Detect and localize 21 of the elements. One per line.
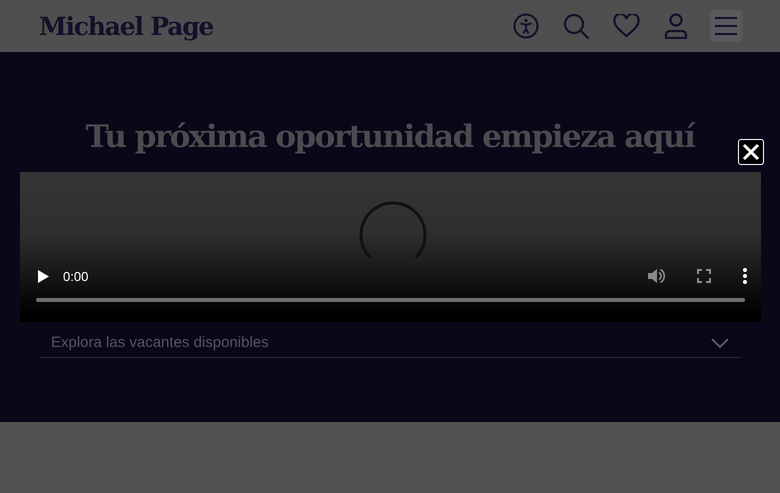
close-icon — [742, 143, 760, 161]
more-icon — [743, 268, 747, 284]
vacancies-dropdown[interactable]: Explora las vacantes disponibles — [39, 328, 741, 358]
fullscreen-icon — [697, 269, 711, 283]
accessibility-icon — [513, 13, 539, 39]
close-button[interactable] — [738, 139, 764, 165]
fullscreen-button[interactable] — [697, 269, 711, 283]
menu-icon — [715, 17, 737, 35]
search-icon — [562, 12, 590, 40]
speaker-icon — [648, 268, 665, 284]
menu-button[interactable] — [710, 10, 742, 42]
video-time: 0:00 — [63, 268, 88, 284]
play-icon — [38, 270, 49, 282]
volume-button[interactable] — [648, 268, 665, 284]
play-button[interactable] — [38, 270, 49, 282]
user-icon — [664, 13, 688, 39]
more-options-button[interactable] — [743, 268, 747, 284]
brand-logo[interactable]: Michael Page — [39, 12, 214, 40]
chevron-down-icon — [711, 338, 729, 348]
hero-title: Tu próxima oportunidad empieza aquí — [86, 118, 694, 157]
heart-icon — [612, 14, 640, 38]
